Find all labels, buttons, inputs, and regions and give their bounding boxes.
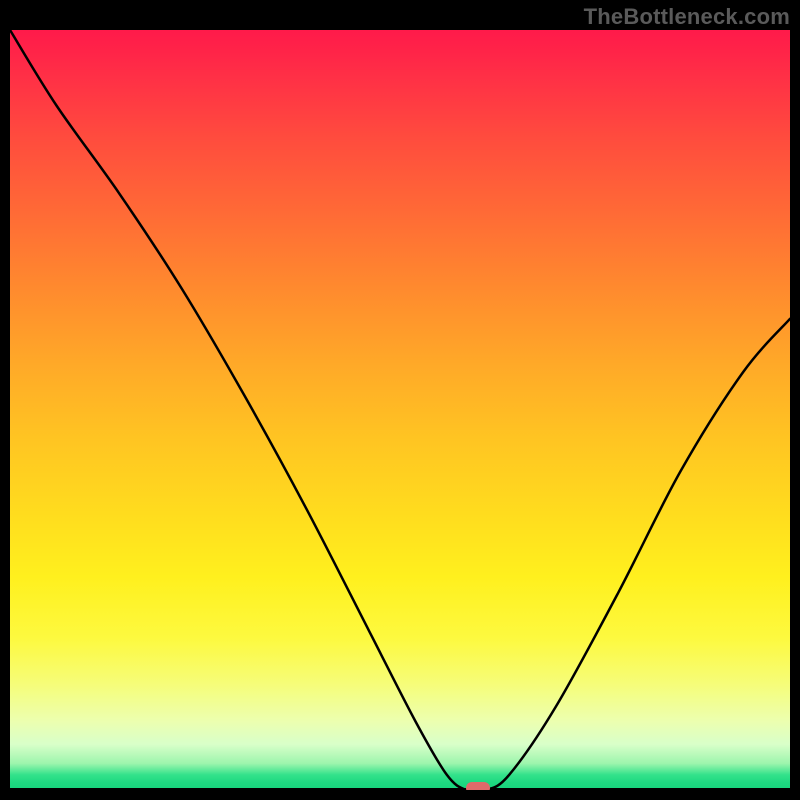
bottleneck-curve (10, 30, 790, 790)
optimal-marker (466, 782, 490, 790)
chart-frame: TheBottleneck.com (0, 0, 800, 800)
curve-layer (10, 30, 790, 790)
plot-area (10, 30, 790, 790)
watermark-text: TheBottleneck.com (584, 4, 790, 30)
